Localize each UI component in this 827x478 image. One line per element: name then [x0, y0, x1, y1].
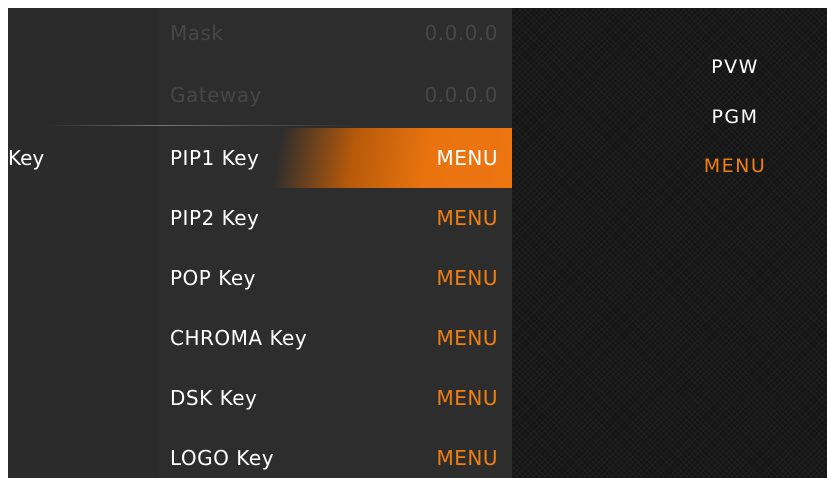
- menu-item-value[interactable]: MENU: [437, 368, 499, 428]
- menu-item-gateway: Gateway 0.0.0.0: [158, 65, 512, 125]
- menu-list: Mask 0.0.0.0 Gateway 0.0.0.0 PIP1 Key ME…: [158, 8, 512, 478]
- menu-item-value[interactable]: MENU: [437, 308, 499, 368]
- menu-item-value[interactable]: MENU: [437, 428, 499, 478]
- menu-item-value[interactable]: MENU: [437, 128, 499, 188]
- pgm-indicator: PGM: [711, 106, 759, 128]
- menu-item-value[interactable]: MENU: [437, 188, 499, 248]
- status-panel: PVW PGM MENU: [512, 8, 827, 478]
- pvw-indicator: PVW: [711, 56, 759, 78]
- category-column: Key: [8, 8, 158, 478]
- menu-item-label: Mask: [170, 21, 224, 45]
- menu-item-label: DSK Key: [170, 386, 258, 410]
- device-screen: Key Mask 0.0.0.0 Gateway 0.0.0.0 PIP1 Ke…: [8, 8, 827, 478]
- menu-item-logo-key[interactable]: LOGO Key MENU: [158, 428, 512, 478]
- menu-item-label: Gateway: [170, 83, 262, 107]
- menu-item-value[interactable]: MENU: [437, 248, 499, 308]
- menu-item-pip2-key[interactable]: PIP2 Key MENU: [158, 188, 512, 248]
- menu-item-label: PIP1 Key: [170, 146, 260, 170]
- menu-item-value: 0.0.0.0: [424, 21, 498, 45]
- menu-item-mask: Mask 0.0.0.0: [158, 8, 512, 63]
- menu-item-pip1-key[interactable]: PIP1 Key MENU: [158, 128, 512, 188]
- category-divider: [48, 125, 158, 126]
- selection-divider: [158, 125, 358, 126]
- menu-item-dsk-key[interactable]: DSK Key MENU: [158, 368, 512, 428]
- category-key[interactable]: Key: [8, 138, 44, 178]
- menu-indicator: MENU: [703, 155, 767, 177]
- menu-item-value: 0.0.0.0: [424, 83, 498, 107]
- menu-item-label: PIP2 Key: [170, 206, 260, 230]
- menu-item-label: POP Key: [170, 266, 256, 290]
- menu-item-pop-key[interactable]: POP Key MENU: [158, 248, 512, 308]
- menu-item-label: CHROMA Key: [170, 326, 308, 350]
- menu-item-label: LOGO Key: [170, 446, 275, 470]
- menu-item-chroma-key[interactable]: CHROMA Key MENU: [158, 308, 512, 368]
